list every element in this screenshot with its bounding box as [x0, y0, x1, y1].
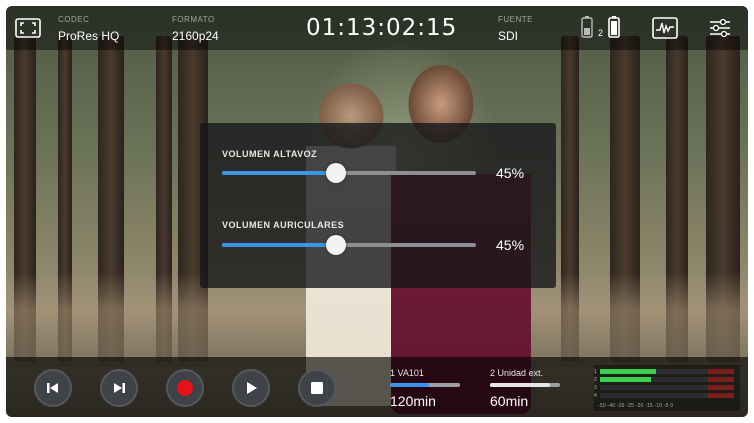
meter-channel	[600, 393, 734, 398]
media-slot-capacity-fill	[490, 383, 550, 387]
meter-channel-peak-zone	[708, 369, 734, 374]
media-slot-remaining: 120min	[390, 393, 436, 409]
meter-channel-peak-zone	[708, 377, 734, 382]
media-slot-capacity-fill	[390, 383, 429, 387]
skip-previous-icon	[47, 383, 58, 393]
headphone-volume-fill	[222, 243, 337, 247]
source-value[interactable]: SDI	[498, 29, 518, 43]
media-slot-capacity-bar	[390, 383, 460, 387]
headphone-volume-label: VOLUMEN AURICULARES	[222, 220, 345, 230]
stop-icon	[311, 382, 323, 394]
battery-icon[interactable]: 2	[578, 14, 628, 42]
timecode: 01:13:02:15	[306, 15, 458, 41]
speaker-volume-label: VOLUMEN ALTAVOZ	[222, 149, 318, 159]
meter-channel-peak-zone	[708, 385, 734, 390]
codec-value[interactable]: ProRes HQ	[58, 29, 119, 43]
audio-volume-panel: VOLUMEN ALTAVOZ 45% VOLUMEN AURICULARES …	[200, 123, 556, 288]
skip-next-icon	[114, 383, 125, 393]
meter-channel-peak-zone	[708, 393, 734, 398]
transport-bar: 1 VA101 120min 2 Unidad ext. 60min 1 2 3 4 …	[6, 357, 748, 417]
speaker-volume-slider[interactable]	[222, 163, 476, 183]
speaker-volume-handle[interactable]	[326, 163, 347, 183]
headphone-volume-slider[interactable]	[222, 235, 476, 255]
headphone-volume-value: 45%	[496, 237, 525, 253]
settings-sliders-icon[interactable]	[706, 16, 734, 40]
meter-channel	[600, 385, 734, 390]
record-icon	[177, 380, 193, 396]
media-slot-name: 1 VA101	[390, 368, 424, 378]
stop-button[interactable]	[298, 369, 336, 407]
video-preview: CODEC ProRes HQ FORMATO 2160p24 01:13:02…	[6, 6, 748, 417]
play-button[interactable]	[232, 369, 270, 407]
waveform-scope-icon[interactable]	[651, 16, 679, 40]
meter-channel-index: 3	[594, 385, 597, 391]
meter-scale: -50 -40 -26 -25 -20 -15 -10 -5 0	[598, 403, 674, 409]
audio-meters[interactable]: 1 2 3 4 -50 -40 -26 -25 -20 -15 -10 -5 0	[594, 365, 740, 411]
meter-channel	[600, 369, 734, 374]
meter-channel-index: 4	[594, 393, 597, 399]
speaker-volume-fill	[222, 171, 337, 175]
meter-channel-level	[600, 377, 651, 382]
media-slot-capacity-bar	[490, 383, 560, 387]
status-bar: CODEC ProRes HQ FORMATO 2160p24 01:13:02…	[6, 6, 748, 50]
speaker-volume-value: 45%	[496, 165, 525, 181]
meter-channel-index: 2	[594, 377, 597, 383]
media-slot-name: 2 Unidad ext.	[490, 368, 544, 378]
meter-channel	[600, 377, 734, 382]
previous-clip-button[interactable]	[34, 369, 72, 407]
source-label: FUENTE	[498, 15, 533, 24]
headphone-volume-handle[interactable]	[326, 235, 347, 255]
meter-channel-index: 1	[594, 369, 597, 375]
record-button[interactable]	[166, 369, 204, 407]
battery-slot-label: 2	[598, 28, 604, 38]
codec-label: CODEC	[58, 15, 90, 24]
fullscreen-frame-icon[interactable]	[14, 16, 42, 40]
format-label: FORMATO	[172, 15, 215, 24]
meter-channel-level	[600, 369, 657, 374]
format-value[interactable]: 2160p24	[172, 29, 219, 43]
media-slot-remaining: 60min	[490, 393, 529, 409]
next-clip-button[interactable]	[100, 369, 138, 407]
play-icon	[247, 382, 257, 394]
